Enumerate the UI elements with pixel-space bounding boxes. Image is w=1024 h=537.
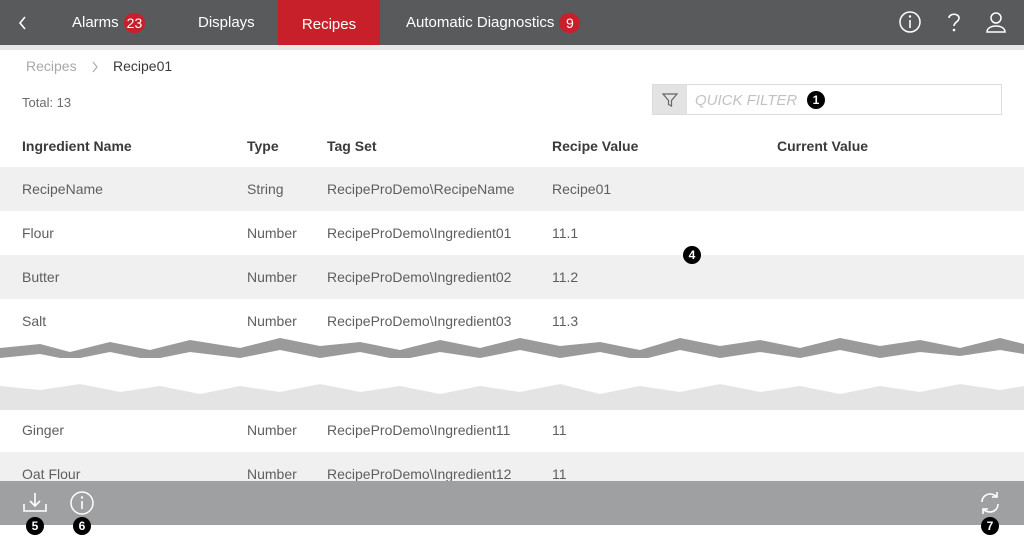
cell-tag-set: RecipeProDemo\Ingredient03 bbox=[327, 313, 512, 329]
torn-edge-divider bbox=[0, 338, 1024, 410]
filter-button[interactable] bbox=[653, 85, 687, 114]
cell-ingredient-name: Butter bbox=[22, 269, 60, 285]
callout-marker: 5 bbox=[26, 517, 44, 535]
tab-alarms-label: Alarms bbox=[72, 14, 119, 31]
cell-recipe-value: 11.1 bbox=[552, 225, 579, 241]
chevron-left-icon bbox=[18, 15, 26, 30]
cell-type: Number bbox=[247, 225, 297, 241]
callout-marker: 7 bbox=[981, 517, 999, 535]
column-header-recipe-value[interactable]: Recipe Value bbox=[552, 138, 638, 154]
breadcrumb-current: Recipe01 bbox=[113, 58, 173, 74]
cell-tag-set: RecipeProDemo\Ingredient01 bbox=[327, 225, 512, 241]
cell-recipe-value: 11 bbox=[552, 422, 567, 438]
info-icon[interactable] bbox=[897, 9, 923, 35]
cell-tag-set: RecipeProDemo\Ingredient11 bbox=[327, 422, 511, 438]
tab-automatic-diagnostics[interactable]: Automatic Diagnostics 9 bbox=[406, 0, 581, 45]
nav-underline-strip bbox=[0, 45, 1024, 50]
table-row[interactable]: RecipeName String RecipeProDemo\RecipeNa… bbox=[0, 167, 1024, 211]
quick-filter bbox=[652, 84, 1002, 115]
callout-marker: 4 bbox=[683, 246, 701, 264]
cell-type: Number bbox=[247, 422, 297, 438]
cell-type: Number bbox=[247, 466, 297, 481]
tab-displays[interactable]: Displays bbox=[198, 0, 255, 45]
callout-marker: 6 bbox=[73, 517, 91, 535]
tab-automatic-diagnostics-label: Automatic Diagnostics bbox=[406, 14, 555, 31]
tab-displays-label: Displays bbox=[198, 14, 255, 31]
cell-type: Number bbox=[247, 269, 297, 285]
cell-ingredient-name: Oat Flour bbox=[22, 466, 81, 481]
table-row[interactable]: Oat Flour Number RecipeProDemo\Ingredien… bbox=[0, 452, 1024, 481]
user-icon[interactable] bbox=[983, 9, 1009, 35]
column-header-type[interactable]: Type bbox=[247, 138, 279, 154]
info-icon[interactable] bbox=[68, 489, 96, 517]
cell-type: Number bbox=[247, 313, 297, 329]
callout-marker: 1 bbox=[807, 91, 825, 109]
bottom-toolbar bbox=[0, 481, 1024, 525]
tab-alarms[interactable]: Alarms 23 bbox=[72, 0, 146, 45]
cell-ingredient-name: RecipeName bbox=[22, 181, 103, 197]
tab-recipes[interactable]: Recipes bbox=[278, 0, 380, 49]
column-header-ingredient-name[interactable]: Ingredient Name bbox=[22, 138, 132, 154]
column-header-current-value[interactable]: Current Value bbox=[777, 138, 868, 154]
total-count: Total: 13 bbox=[22, 95, 72, 110]
chevron-right-icon bbox=[92, 61, 98, 73]
top-nav-bar: Alarms 23 Displays Recipes Automatic Dia… bbox=[0, 0, 1024, 49]
cell-recipe-value: 11 bbox=[552, 466, 567, 481]
tab-recipes-label: Recipes bbox=[301, 16, 357, 33]
refresh-icon[interactable] bbox=[976, 489, 1004, 517]
cell-tag-set: RecipeProDemo\Ingredient12 bbox=[327, 466, 512, 481]
table-row[interactable]: Ginger Number RecipeProDemo\Ingredient11… bbox=[0, 408, 1024, 452]
cell-recipe-value: 11.2 bbox=[552, 269, 579, 285]
help-icon[interactable] bbox=[941, 9, 967, 35]
column-header-tag-set[interactable]: Tag Set bbox=[327, 138, 377, 154]
table-row[interactable]: Flour Number RecipeProDemo\Ingredient01 … bbox=[0, 211, 1024, 255]
cell-recipe-value: 11.3 bbox=[552, 313, 579, 329]
cell-ingredient-name: Flour bbox=[22, 225, 54, 241]
cell-tag-set: RecipeProDemo\Ingredient02 bbox=[327, 269, 512, 285]
back-button[interactable] bbox=[0, 0, 46, 45]
breadcrumb-recipes-link[interactable]: Recipes bbox=[26, 58, 77, 74]
cell-type: String bbox=[247, 181, 284, 197]
quick-filter-input[interactable] bbox=[695, 89, 995, 111]
cell-ingredient-name: Ginger bbox=[22, 422, 65, 438]
filter-icon bbox=[661, 92, 679, 107]
alarms-count-badge: 23 bbox=[123, 12, 146, 33]
diagnostics-count-badge: 9 bbox=[559, 12, 581, 33]
cell-ingredient-name: Salt bbox=[22, 313, 47, 329]
cell-recipe-value: Recipe01 bbox=[552, 181, 612, 197]
cell-tag-set: RecipeProDemo\RecipeName bbox=[327, 181, 515, 197]
download-icon[interactable] bbox=[21, 489, 49, 517]
table-row[interactable]: Butter Number RecipeProDemo\Ingredient02… bbox=[0, 255, 1024, 299]
